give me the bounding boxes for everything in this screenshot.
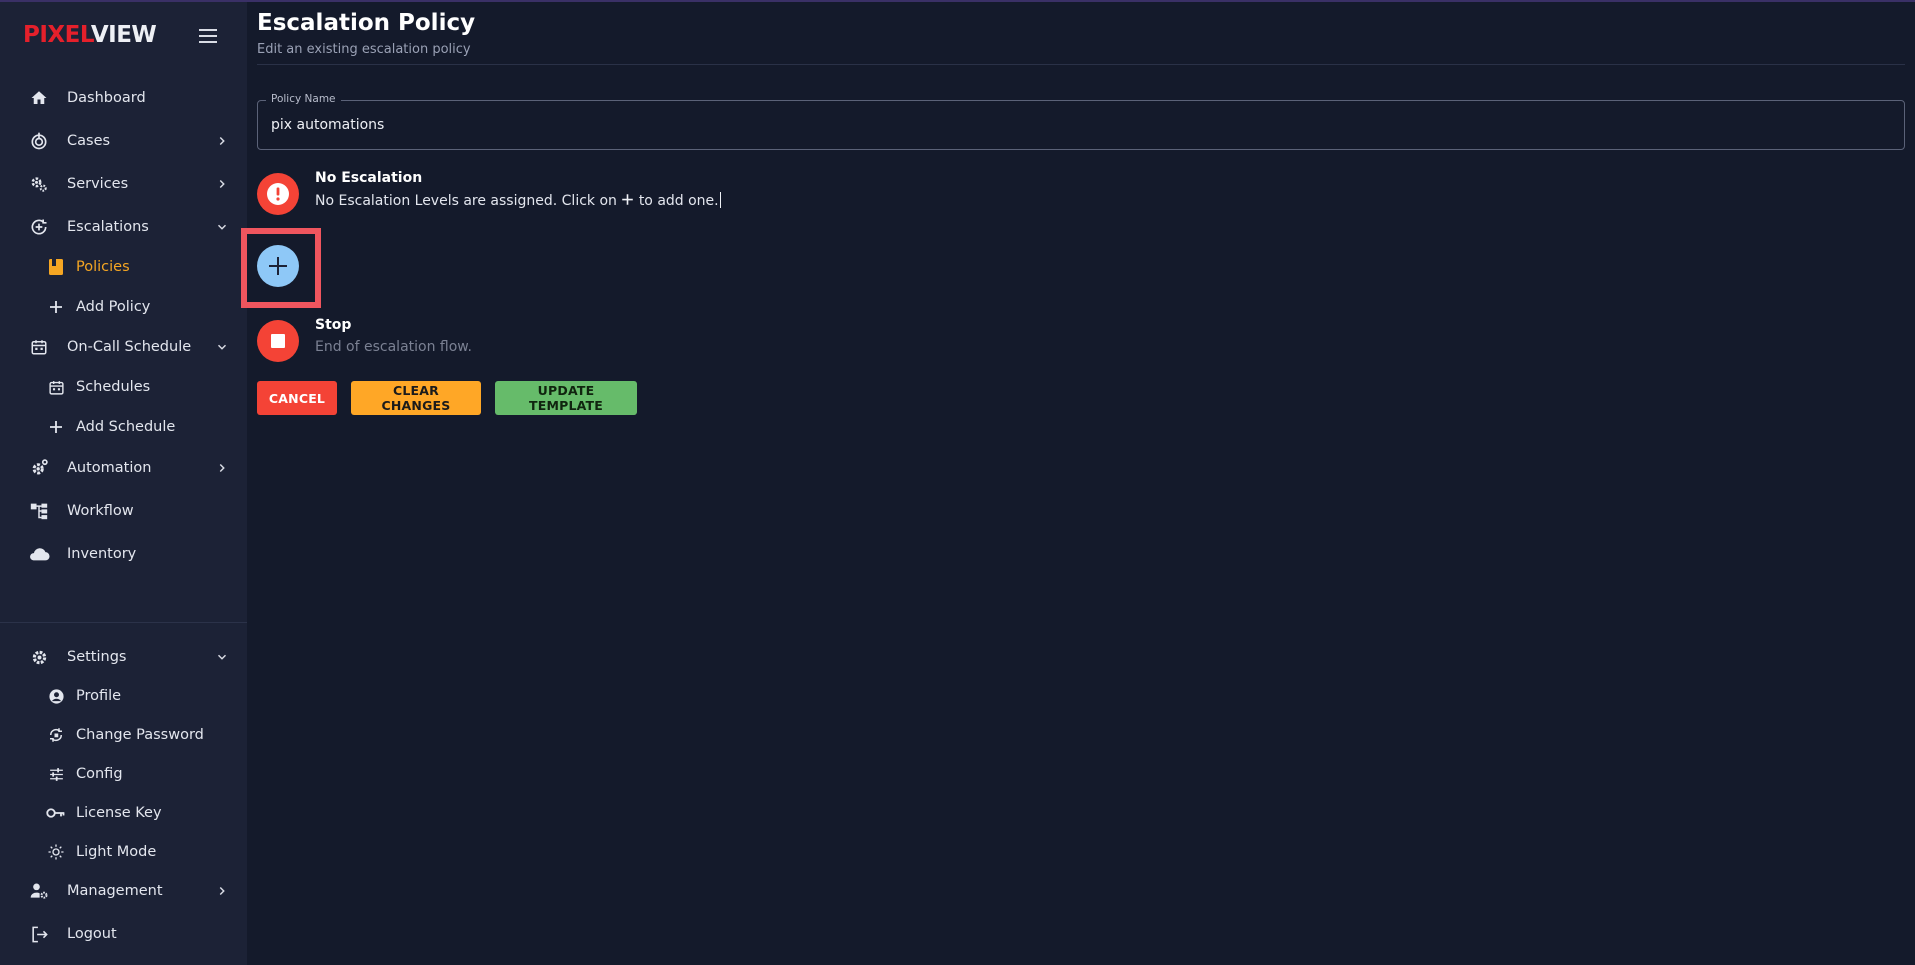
cancel-button[interactable]: CANCEL [257,381,337,415]
sidebar-item-on-call-schedule[interactable]: On-Call Schedule [0,327,247,367]
sidebar-item-management[interactable]: Management [0,871,247,911]
chevron-right-icon [219,136,225,146]
sidebar-item-automation[interactable]: Automation [0,448,247,488]
sidebar-item-label: Add Policy [76,299,151,315]
policy-name-field[interactable]: Policy Name [257,93,1905,150]
policy-name-input[interactable] [271,115,1871,135]
lock-reset-icon [45,724,67,746]
add-level-highlight [241,228,321,308]
sidebar-item-escalations[interactable]: Escalations [0,207,247,247]
logout-icon [28,923,50,945]
no-escalation-text-before: No Escalation Levels are assigned. Click… [315,193,617,209]
plus-icon [45,296,67,318]
chevron-down-icon [217,654,227,660]
sidebar-item-label: Services [67,176,129,192]
brand-part-1: PIXEL [23,22,91,48]
sidebar-item-label: Dashboard [67,90,146,106]
stop-description: End of escalation flow. [315,339,472,355]
sidebar-item-settings[interactable]: Settings [0,637,247,677]
workflow-icon [28,500,50,522]
sidebar-item-inventory[interactable]: Inventory [0,534,247,574]
calendar-icon [28,336,50,358]
sidebar-item-label: Automation [67,460,152,476]
sidebar-item-label: Inventory [67,546,137,562]
chevron-right-icon [219,886,225,896]
sidebar-item-add-schedule[interactable]: Add Schedule [0,407,247,447]
no-escalation-text-after: to add one. [638,193,719,209]
page-title: Escalation Policy [257,10,476,36]
sidebar-item-label: Logout [67,926,117,942]
stop-step-icon [257,320,299,362]
chevron-down-icon [217,344,227,350]
alert-circle-icon [267,183,289,205]
no-escalation-description: No Escalation Levels are assigned. Click… [315,192,721,209]
plus-icon [45,416,67,438]
chevron-down-icon [217,224,227,230]
automation-gear-icon [28,457,50,479]
chevron-right-icon [219,463,225,473]
no-escalation-title: No Escalation [315,170,423,186]
sidebar-item-label: On-Call Schedule [67,339,192,355]
key-icon [45,802,67,824]
sidebar-item-label: Workflow [67,503,134,519]
sidebar-item-label: Escalations [67,219,149,235]
cases-icon [28,130,50,152]
escalation-icon [28,216,50,238]
chevron-right-icon [219,179,225,189]
sidebar-item-label: Policies [76,259,130,275]
add-escalation-level-button[interactable] [257,245,299,287]
sidebar-item-license-key[interactable]: License Key [0,793,247,833]
tune-sliders-icon [45,763,67,785]
sidebar-item-dashboard[interactable]: Dashboard [0,78,247,118]
sidebar: PIXELVIEW Dashboard Cases Services Escal… [0,2,247,965]
main-content: Escalation Policy Edit an existing escal… [241,2,1915,965]
sidebar-item-label: Settings [67,649,127,665]
home-icon [28,87,50,109]
sidebar-item-logout[interactable]: Logout [0,914,247,954]
brand-part-2: VIEW [90,22,157,48]
plus-icon [622,194,634,205]
calendar-icon [45,376,67,398]
sidebar-item-add-policy[interactable]: Add Policy [0,287,247,327]
sidebar-item-label: Light Mode [76,844,157,860]
clear-changes-button[interactable]: CLEAR CHANGES [351,381,481,415]
sidebar-item-schedules[interactable]: Schedules [0,367,247,407]
menu-toggle-icon[interactable] [199,29,217,43]
sidebar-item-label: Config [76,766,123,782]
sidebar-item-workflow[interactable]: Workflow [0,491,247,531]
account-circle-icon [45,685,67,707]
header-divider [257,64,1905,65]
plus-icon [269,257,287,275]
page-subtitle: Edit an existing escalation policy [257,42,471,57]
sidebar-item-label: Add Schedule [76,419,176,435]
sidebar-item-label: Change Password [76,727,204,743]
sidebar-item-label: Schedules [76,379,151,395]
stop-title: Stop [315,317,352,333]
sidebar-item-services[interactable]: Services [0,164,247,204]
cloud-icon [28,543,50,565]
sidebar-item-policies[interactable]: Policies [0,247,247,287]
sidebar-divider [0,622,247,623]
gear-icon [28,646,50,668]
sidebar-item-light-mode[interactable]: Light Mode [0,832,247,872]
sidebar-item-cases[interactable]: Cases [0,121,247,161]
stop-square-icon [271,334,285,348]
policy-book-icon [45,256,67,278]
sidebar-item-label: Profile [76,688,122,704]
sidebar-item-label: Cases [67,133,111,149]
sidebar-item-label: Management [67,883,163,899]
sidebar-item-change-password[interactable]: Change Password [0,715,247,755]
brand-logo[interactable]: PIXELVIEW [23,22,157,48]
no-escalation-step-icon [257,173,299,215]
text-cursor [719,192,721,208]
policy-name-label: Policy Name [266,93,341,105]
services-gears-icon [28,173,50,195]
manage-accounts-icon [28,880,50,902]
sun-icon [45,841,67,863]
sidebar-item-label: License Key [76,805,162,821]
update-template-button[interactable]: UPDATE TEMPLATE [495,381,637,415]
sidebar-item-profile[interactable]: Profile [0,676,247,716]
sidebar-item-config[interactable]: Config [0,754,247,794]
